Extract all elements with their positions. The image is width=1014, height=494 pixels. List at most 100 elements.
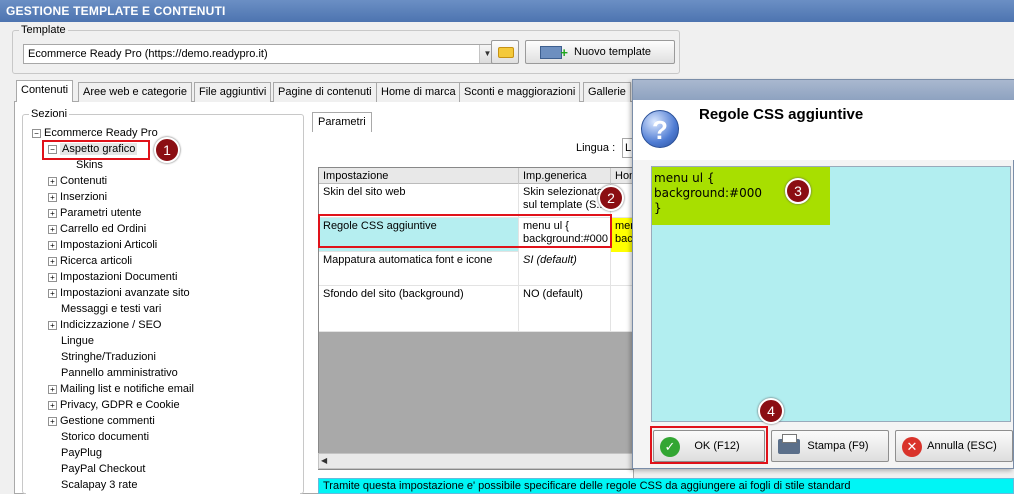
tree-item-lingue[interactable]: Lingue [61, 333, 94, 349]
open-folder-button[interactable] [491, 40, 519, 64]
highlight-box-1 [42, 140, 150, 160]
expand-icon[interactable]: + [48, 273, 57, 282]
expand-icon[interactable]: + [48, 321, 57, 330]
setting-cell: Sfondo del sito (background) [319, 286, 519, 332]
sections-tree[interactable]: − Ecommerce Ready Pro − Aspetto grafico Sk… [26, 122, 300, 494]
tree-item-messaggi[interactable]: Messaggi e testi vari [61, 301, 161, 317]
tree-item-ricerca-articoli[interactable]: + Ricerca articoli [48, 253, 132, 269]
setting-cell: Mappatura automatica font e icone [319, 252, 519, 286]
tree-item-impostazioni-articoli[interactable]: + Impostazioni Articoli [48, 237, 157, 253]
question-icon: ? [641, 110, 679, 148]
expand-icon[interactable]: + [48, 385, 57, 394]
tree-item-label: Impostazioni Documenti [60, 271, 178, 283]
expand-icon[interactable]: + [48, 193, 57, 202]
tree-item-impostazioni-avanzate[interactable]: + Impostazioni avanzate sito [48, 285, 190, 301]
tree-item-parametri-utente[interactable]: + Parametri utente [48, 205, 141, 221]
table-row[interactable]: Mappatura automatica font e icone SI (de… [319, 252, 633, 286]
expand-icon[interactable]: + [48, 401, 57, 410]
tree-root-label: Ecommerce Ready Pro [44, 127, 158, 139]
template-group: Template Ecommerce Ready Pro (https://de… [12, 24, 680, 74]
tree-root[interactable]: − Ecommerce Ready Pro [32, 125, 158, 141]
value-cell: NO (default) [519, 286, 611, 332]
column-header: Impostazione [319, 168, 519, 184]
setting-cell: Skin del sito web [319, 184, 519, 218]
cancel-button[interactable]: ✕ Annulla (ESC) [895, 430, 1013, 462]
tree-item-carrello[interactable]: + Carrello ed Ordini [48, 221, 146, 237]
value-cell: SI (default) [519, 252, 611, 286]
tree-item-payplug[interactable]: PayPlug [61, 445, 102, 461]
print-button[interactable]: Stampa (F9) [771, 430, 889, 462]
tree-item-label: Gestione commenti [60, 415, 155, 427]
tree-item-label: Mailing list e notifiche email [60, 383, 194, 395]
value-cell: Skin selezionata sul template (S... [519, 184, 611, 218]
tab-gallerie[interactable]: Gallerie [583, 82, 631, 102]
annotation-badge-2: 2 [598, 185, 624, 211]
highlight-box-2 [318, 214, 612, 248]
add-template-icon [540, 42, 568, 64]
table-row[interactable]: Sfondo del sito (background) NO (default… [319, 286, 633, 332]
column-header: Imp.generica [519, 168, 611, 184]
expand-icon[interactable]: + [48, 417, 57, 426]
highlight-box-4 [650, 426, 768, 464]
window-title: GESTIONE TEMPLATE E CONTENUTI [0, 0, 1014, 22]
lingua-label: Lingua : [576, 142, 616, 154]
expand-icon[interactable]: + [48, 241, 57, 250]
annotation-badge-1: 1 [154, 137, 180, 163]
info-bar: Tramite questa impostazione e' possibile… [318, 478, 1014, 494]
horizontal-scrollbar[interactable]: ◀ [318, 453, 634, 469]
tree-item-contenuti[interactable]: + Contenuti [48, 173, 107, 189]
tree-item-label: Inserzioni [60, 191, 108, 203]
annotation-badge-4: 4 [758, 398, 784, 424]
tree-item-impostazioni-documenti[interactable]: + Impostazioni Documenti [48, 269, 177, 285]
tab-pagine-contenuti[interactable]: Pagine di contenuti [273, 82, 377, 102]
parameters-grid: Impostazione Imp.generica Hom Skin del s… [318, 167, 634, 470]
template-select-value: Ecommerce Ready Pro (https://demo.readyp… [28, 48, 268, 60]
sections-label: Sezioni [29, 108, 70, 120]
tree-item-label: Impostazioni Articoli [60, 239, 158, 251]
tree-item-pannello[interactable]: Pannello amministrativo [61, 365, 178, 381]
css-editor[interactable]: menu ul { background:#000 } [651, 166, 1011, 422]
expand-icon[interactable]: + [48, 257, 57, 266]
new-template-label: Nuovo template [574, 46, 652, 58]
tree-item-paypal[interactable]: PayPal Checkout [61, 461, 145, 477]
table-row[interactable]: Skin del sito web Skin selezionata sul t… [319, 184, 633, 218]
tab-file-aggiuntivi[interactable]: File aggiuntivi [194, 82, 272, 102]
tree-item-inserzioni[interactable]: + Inserzioni [48, 189, 107, 205]
tree-item-storico[interactable]: Storico documenti [61, 429, 149, 445]
tree-item-label: Contenuti [60, 175, 108, 187]
tab-contenuti[interactable]: Contenuti [16, 80, 74, 102]
template-group-label: Template [19, 24, 68, 36]
new-template-button[interactable]: Nuovo template [525, 40, 675, 64]
dialog-title: Regole CSS aggiuntive [699, 106, 864, 123]
print-button-label: Stampa (F9) [807, 440, 869, 452]
dialog-titlebar[interactable] [633, 80, 1014, 100]
home-cell: men bac [611, 218, 633, 252]
annotation-badge-3: 3 [785, 178, 811, 204]
tree-item-mailing[interactable]: + Mailing list e notifiche email [48, 381, 194, 397]
tree-item-label: Carrello ed Ordini [60, 223, 147, 235]
folder-icon [498, 47, 514, 58]
tree-item-label: Parametri utente [60, 207, 142, 219]
tree-item-label: Impostazioni avanzate sito [60, 287, 190, 299]
expand-icon[interactable]: + [48, 289, 57, 298]
tree-item-label: Ricerca articoli [60, 255, 133, 267]
tab-parametri[interactable]: Parametri [312, 112, 372, 132]
scroll-left-icon[interactable]: ◀ [321, 456, 332, 466]
expand-icon[interactable]: + [48, 209, 57, 218]
tree-item-label: Indicizzazione / SEO [60, 319, 162, 331]
cancel-button-label: Annulla (ESC) [927, 440, 997, 452]
tree-item-commenti[interactable]: + Gestione commenti [48, 413, 155, 429]
dialog-header: ? Regole CSS aggiuntive [633, 100, 1014, 160]
expand-icon[interactable]: + [48, 225, 57, 234]
template-select[interactable]: Ecommerce Ready Pro (https://demo.readyp… [23, 44, 496, 64]
tree-item-stringhe[interactable]: Stringhe/Traduzioni [61, 349, 156, 365]
collapse-icon[interactable]: − [32, 129, 41, 138]
tab-home-marca[interactable]: Home di marca [376, 82, 461, 102]
tree-item-privacy[interactable]: + Privacy, GDPR e Cookie [48, 397, 180, 413]
tree-item-scalapay[interactable]: Scalapay 3 rate [61, 477, 137, 493]
expand-icon[interactable]: + [48, 177, 57, 186]
tab-aree-web[interactable]: Aree web e categorie [78, 82, 192, 102]
tree-item-seo[interactable]: + Indicizzazione / SEO [48, 317, 162, 333]
tab-sconti[interactable]: Sconti e maggiorazioni [459, 82, 581, 102]
grid-header: Impostazione Imp.generica Hom [319, 168, 633, 184]
